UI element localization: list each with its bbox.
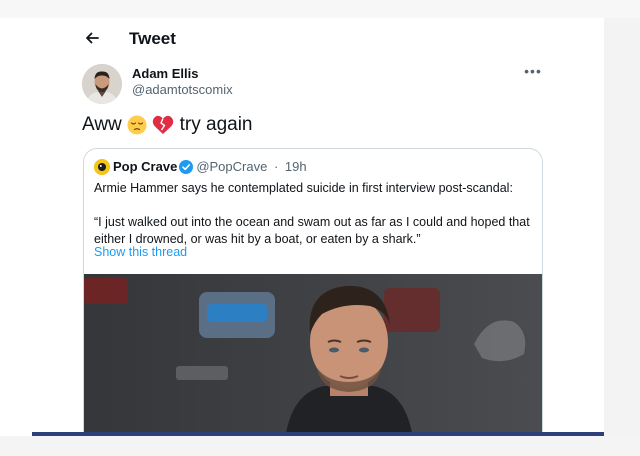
author-handle[interactable]: @adamtotscomix [132, 82, 233, 97]
page-bottom-margin [0, 436, 640, 456]
quoted-timestamp[interactable]: 19h [285, 159, 307, 174]
quoted-tweet-photo[interactable] [84, 274, 542, 436]
tweet-text-part1: Aww [82, 114, 122, 135]
quoted-text-quote: “I just walked out into the ocean and sw… [94, 215, 530, 246]
window-bottom-rule [32, 432, 604, 436]
popcrave-avatar[interactable] [94, 158, 110, 175]
quoted-author-name[interactable]: Pop Crave [113, 159, 177, 174]
back-arrow-icon[interactable] [82, 28, 102, 48]
verified-badge-icon [179, 159, 194, 174]
popcrave-logo-icon [94, 158, 110, 175]
page-title: Tweet [129, 29, 176, 48]
quoted-tweet[interactable]: Pop Crave @PopCrave · 19h Armie Hammer s… [83, 148, 543, 436]
avatar[interactable] [82, 64, 122, 104]
tweet-page: Tweet Adam Ellis @adamtotscomix ••• Aww … [32, 18, 604, 436]
page-right-margin [604, 18, 640, 456]
show-thread-link[interactable]: Show this thread [94, 245, 187, 259]
tweet-text: Aww try again [82, 114, 253, 136]
pensive-face-icon [127, 115, 147, 135]
broken-heart-icon [153, 115, 174, 134]
quoted-tweet-header: Pop Crave @PopCrave · 19h [94, 158, 307, 176]
window-top-strip [0, 0, 640, 18]
avatar-portrait [82, 64, 122, 104]
quoted-text-line1: Armie Hammer says he contemplated suicid… [94, 181, 513, 195]
quoted-tweet-text: Armie Hammer says he contemplated suicid… [94, 180, 534, 248]
separator-dot: · [273, 159, 279, 175]
tweet-text-part2: try again [179, 114, 253, 135]
portrait-photo [84, 274, 542, 436]
quoted-author-handle[interactable]: @PopCrave [196, 159, 267, 174]
more-options-icon[interactable]: ••• [522, 64, 544, 80]
author-name[interactable]: Adam Ellis [132, 66, 198, 81]
